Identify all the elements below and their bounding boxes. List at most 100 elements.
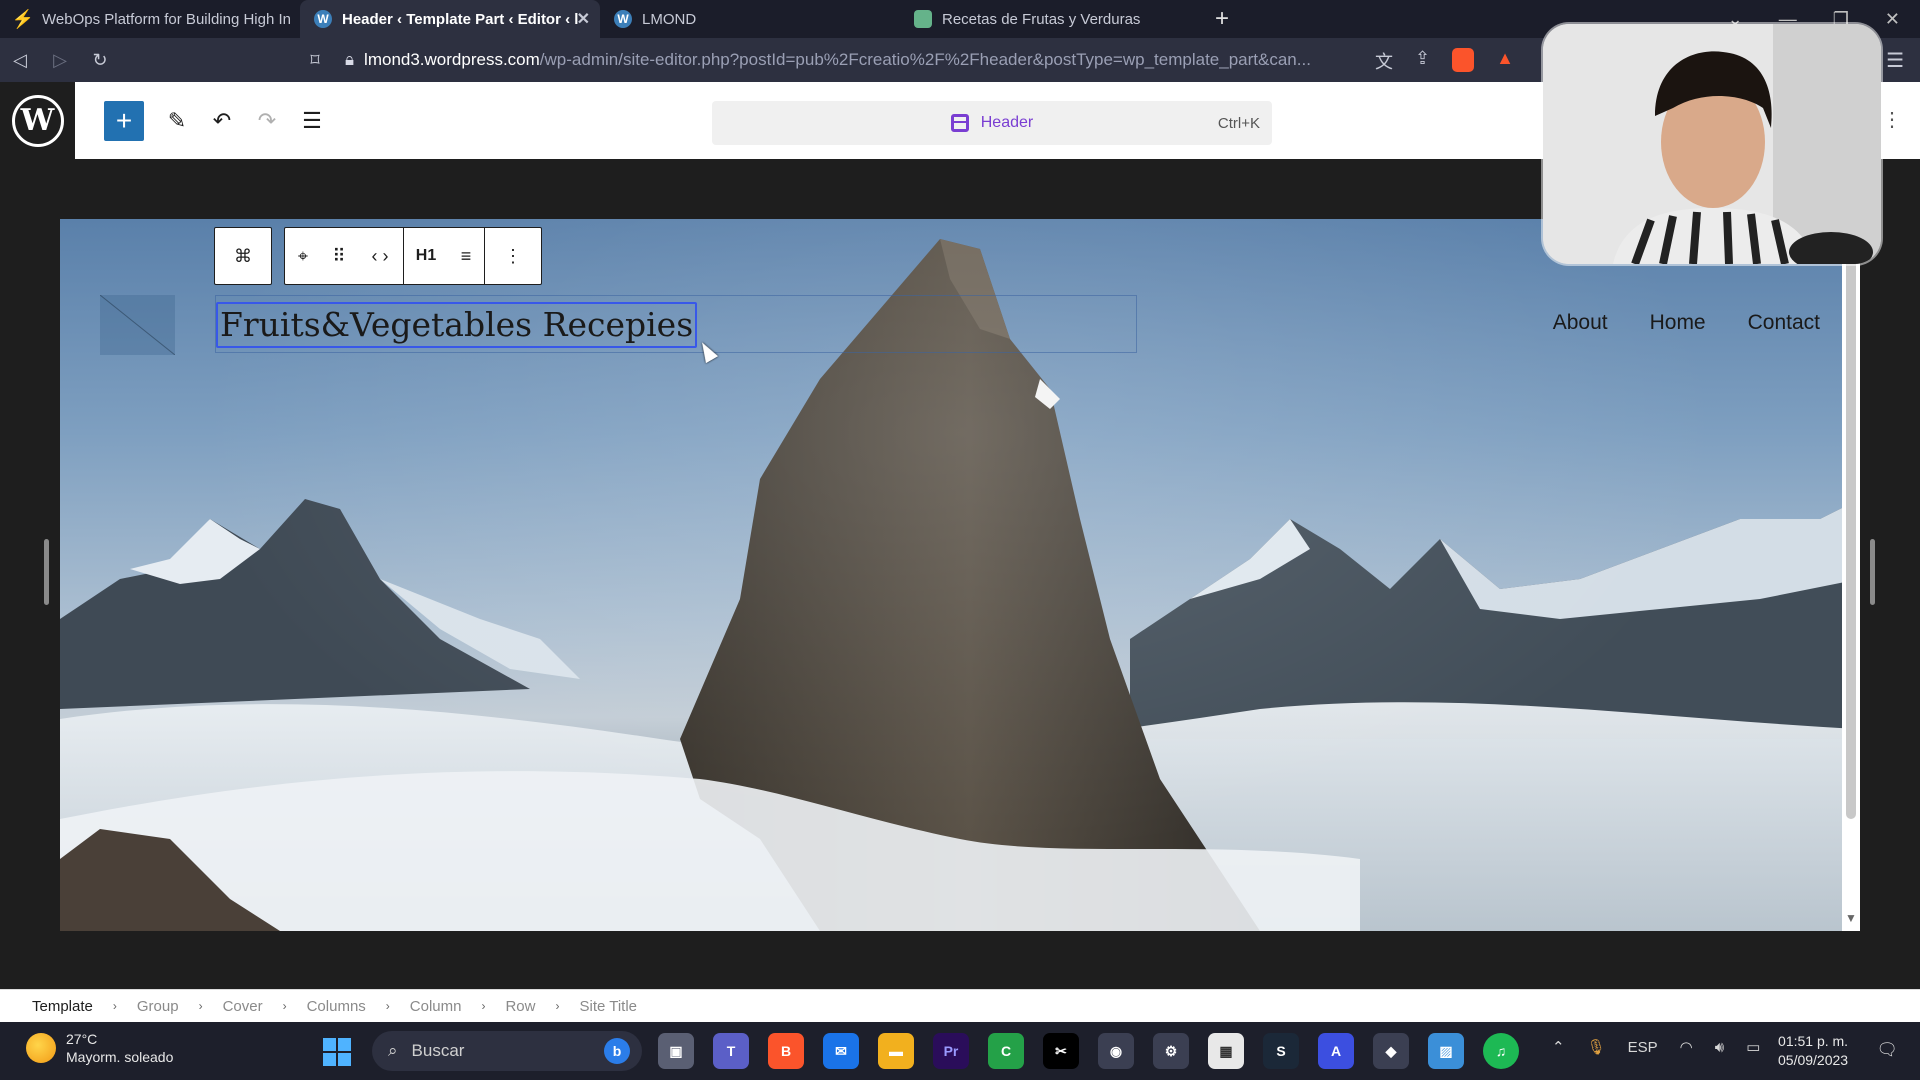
site-title[interactable]: Fruits&Vegetables Recepies: [216, 302, 698, 348]
bing-icon[interactable]: b: [604, 1038, 630, 1064]
move-arrows-icon[interactable]: ‹ ›: [357, 227, 403, 285]
mail-icon[interactable]: ✉: [823, 1033, 859, 1069]
chevron-right-icon: ›: [112, 999, 117, 1013]
reload-icon[interactable]: ↻: [80, 50, 120, 71]
battery-icon[interactable]: ▭: [1746, 1038, 1760, 1056]
affinity-icon[interactable]: A: [1318, 1033, 1354, 1069]
capcut-icon[interactable]: ✂: [1043, 1033, 1079, 1069]
steam-icon[interactable]: S: [1263, 1033, 1299, 1069]
pantheon-icon: ⚡: [11, 8, 35, 29]
scroll-down-icon[interactable]: ▼: [1845, 911, 1857, 925]
language-indicator[interactable]: ESP: [1628, 1039, 1658, 1056]
navigation-block: About Home Contact: [1553, 311, 1820, 335]
clock-time: 01:51 p. m.: [1778, 1033, 1849, 1049]
site-logo-placeholder[interactable]: [100, 295, 175, 355]
breadcrumb-group[interactable]: Group: [137, 998, 179, 1015]
breadcrumb-column[interactable]: Column: [410, 998, 462, 1015]
search-icon: ⌕: [388, 1041, 398, 1060]
drag-handle-icon[interactable]: ⠿: [321, 227, 357, 285]
nav-link-about[interactable]: About: [1553, 311, 1608, 335]
close-window-icon[interactable]: ✕: [1885, 9, 1900, 30]
breadcrumb-site-title[interactable]: Site Title: [579, 998, 637, 1015]
breadcrumb-cover[interactable]: Cover: [223, 998, 263, 1015]
translate-icon[interactable]: 文: [1375, 48, 1393, 74]
volume-icon[interactable]: 🔊︎: [1715, 1039, 1724, 1056]
brave-rewards-icon[interactable]: ▲: [1496, 48, 1514, 74]
notification-icon[interactable]: 🗨︎: [1876, 1040, 1898, 1060]
task-view-icon[interactable]: ▣: [658, 1033, 694, 1069]
taskbar-clock[interactable]: 01:51 p. m. 05/09/2023: [1778, 1032, 1848, 1070]
brave-browser-icon[interactable]: B: [768, 1033, 804, 1069]
resize-handle-right[interactable]: [1870, 539, 1875, 605]
tab-header-editor[interactable]: W Header ‹ Template Part ‹ Editor ‹ l ✕: [300, 0, 600, 38]
editor-canvas: ⌘ ⌖ ⠿ ‹ › H1 ≡ ⋮ Fruits&Vegetables Recep…: [0, 159, 1920, 989]
site-icon: [914, 10, 932, 28]
breadcrumb-columns[interactable]: Columns: [307, 998, 366, 1015]
microphone-icon[interactable]: 🎙︎: [1587, 1038, 1606, 1056]
settings-gear-icon[interactable]: ⚙: [1153, 1033, 1189, 1069]
file-explorer-icon[interactable]: ▬: [878, 1033, 914, 1069]
back-icon[interactable]: ◁: [0, 50, 40, 71]
template-part-icon: [950, 114, 969, 132]
document-title-bar[interactable]: Header Ctrl+K: [712, 101, 1272, 145]
more-options-icon[interactable]: ⋮: [485, 227, 541, 285]
canvas-scrollbar-thumb[interactable]: [1846, 259, 1856, 819]
weather-description: Mayorm. soleado: [66, 1049, 174, 1065]
chevron-up-icon[interactable]: ⌃: [1552, 1038, 1565, 1056]
cover-block[interactable]: ⌘ ⌖ ⠿ ‹ › H1 ≡ ⋮ Fruits&Vegetables Recep…: [60, 219, 1860, 931]
presenter-video: [1543, 24, 1881, 264]
list-view-icon[interactable]: ☰: [292, 101, 332, 141]
address-bar-icons: 文 ⇪ ▲: [1375, 48, 1514, 74]
photos-icon[interactable]: ▨: [1428, 1033, 1464, 1069]
unity-icon[interactable]: ◆: [1373, 1033, 1409, 1069]
tab-recetas[interactable]: Recetas de Frutas y Verduras: [900, 0, 1200, 38]
new-tab-button[interactable]: +: [1200, 5, 1244, 33]
block-controls-group: ⌖ ⠿ ‹ › H1 ≡ ⋮: [284, 227, 542, 285]
windows-start-icon[interactable]: [323, 1038, 351, 1066]
bookmark-icon[interactable]: ⌑: [295, 50, 335, 71]
map-marker-icon[interactable]: ⌖: [285, 227, 321, 285]
chevron-right-icon: ›: [282, 999, 287, 1013]
undo-icon[interactable]: ↶: [202, 101, 242, 141]
camtasia-icon[interactable]: C: [988, 1033, 1024, 1069]
wifi-icon[interactable]: ◠: [1680, 1038, 1693, 1056]
breadcrumb-template[interactable]: Template: [32, 998, 93, 1015]
windows-taskbar: 27°C Mayorm. soleado ⌕ Buscar b ▣ T B ✉ …: [0, 1022, 1920, 1080]
premiere-pro-icon[interactable]: Pr: [933, 1033, 969, 1069]
block-inserter-button[interactable]: +: [104, 101, 144, 141]
share-icon[interactable]: ⇪: [1415, 48, 1430, 74]
chevron-right-icon: ›: [481, 999, 486, 1013]
browser-menu-icon[interactable]: ☰: [1886, 48, 1904, 73]
nav-link-home[interactable]: Home: [1650, 311, 1706, 335]
close-tab-icon[interactable]: ✕: [577, 9, 590, 29]
block-breadcrumb: Template › Group › Cover › Columns › Col…: [0, 989, 1920, 1022]
tab-title: Recetas de Frutas y Verduras: [942, 10, 1141, 28]
wordpress-logo[interactable]: W: [0, 82, 75, 159]
tab-title: WebOps Platform for Building High In: [42, 10, 292, 28]
heading-level-button[interactable]: H1: [404, 227, 448, 285]
align-left-icon[interactable]: ≡: [448, 227, 484, 285]
resize-handle-left[interactable]: [44, 539, 49, 605]
url-host: lmond3.wordpress.com: [364, 50, 540, 69]
chevron-right-icon: ›: [198, 999, 203, 1013]
edit-pencil-icon[interactable]: ✎: [157, 101, 197, 141]
nav-link-contact[interactable]: Contact: [1748, 311, 1820, 335]
lock-icon: 🔒︎: [345, 50, 355, 69]
forward-icon[interactable]: ▷: [40, 50, 80, 71]
weather-temperature: 27°C: [66, 1031, 98, 1047]
redo-icon[interactable]: ↷: [247, 101, 287, 141]
teams-icon[interactable]: T: [713, 1033, 749, 1069]
obs-icon[interactable]: ◉: [1098, 1033, 1134, 1069]
brave-shields-icon[interactable]: [1452, 48, 1475, 72]
taskbar-search[interactable]: ⌕ Buscar b: [372, 1031, 642, 1071]
tab-lmond[interactable]: W LMOND: [600, 0, 900, 38]
tab-webops[interactable]: ⚡ WebOps Platform for Building High In: [0, 0, 300, 38]
spotify-icon[interactable]: ♫: [1483, 1033, 1519, 1069]
options-icon[interactable]: ⋮: [1882, 107, 1902, 132]
breadcrumb-row[interactable]: Row: [505, 998, 535, 1015]
site-title-block-icon[interactable]: ⌘: [215, 227, 271, 285]
store-icon[interactable]: ▦: [1208, 1033, 1244, 1069]
url-field[interactable]: 🔒︎ lmond3.wordpress.com/wp-admin/site-ed…: [345, 44, 1385, 76]
taskbar-apps: ▣ T B ✉ ▬ Pr C ✂ ◉ ⚙ ▦ S A ◆ ▨ ♫: [658, 1033, 1519, 1069]
weather-widget[interactable]: 27°C Mayorm. soleado: [26, 1030, 173, 1066]
